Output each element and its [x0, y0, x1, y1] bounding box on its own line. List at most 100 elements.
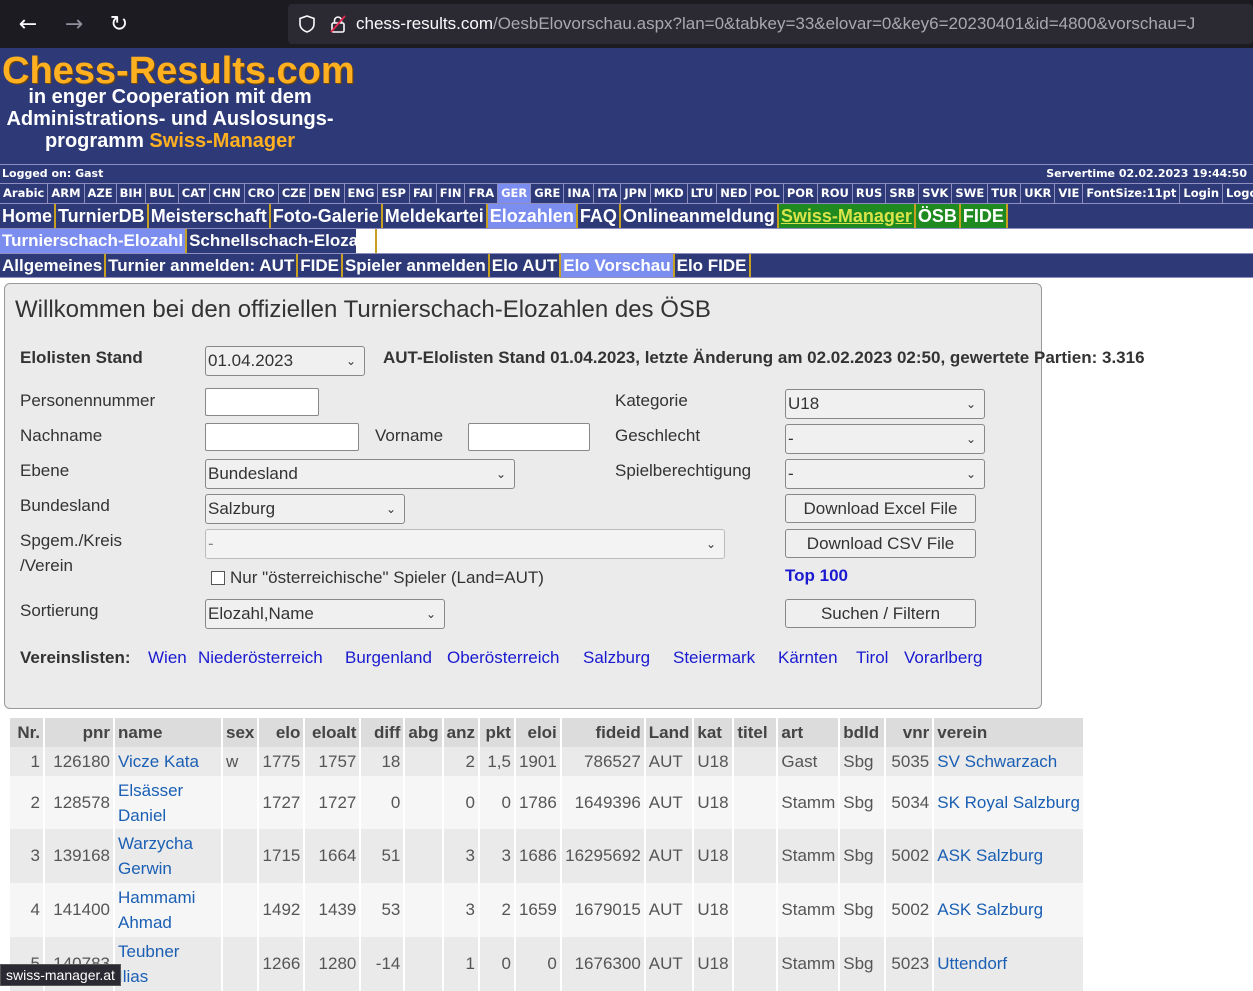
menu-item-fide[interactable]: FIDE — [298, 254, 343, 277]
menu-item-schnellschach-elozahl[interactable]: Schnellschach-Elozahl — [187, 229, 378, 253]
menu-item-swiss-manager[interactable]: Swiss-Manager — [778, 204, 916, 228]
vereinsliste-link-salzburg[interactable]: Salzburg — [583, 648, 650, 668]
lang-esp[interactable]: ESP — [378, 184, 410, 203]
lang-arabic[interactable]: Arabic — [0, 184, 49, 203]
lang-svk[interactable]: SVK — [919, 184, 953, 203]
kategorie-select[interactable]: U18 ⌄ — [785, 389, 985, 419]
col-header-anz[interactable]: anz — [442, 718, 480, 747]
lang-pol[interactable]: POL — [751, 184, 784, 203]
ebene-select[interactable]: Bundesland ⌄ — [205, 459, 515, 489]
col-header-vnr[interactable]: vnr — [885, 718, 935, 747]
vereinsliste-link-wien[interactable]: Wien — [148, 648, 187, 668]
lang-ina[interactable]: INA — [564, 184, 595, 203]
lang-bih[interactable]: BIH — [117, 184, 147, 203]
menu-item-turnierschach-elozahl[interactable]: Turnierschach-Elozahl — [0, 229, 188, 253]
col-header-pkt[interactable]: pkt — [478, 718, 516, 747]
col-header-sex[interactable]: sex — [222, 718, 260, 747]
lang-cat[interactable]: CAT — [179, 184, 211, 203]
menu-item-elo-aut[interactable]: Elo AUT — [490, 254, 562, 277]
top100-link[interactable]: Top 100 — [785, 566, 848, 586]
download-csv-button[interactable]: Download CSV File — [785, 529, 976, 558]
col-header-fideid[interactable]: fideid — [560, 718, 646, 747]
lang-ukr[interactable]: UKR — [1021, 184, 1056, 203]
lang-fin[interactable]: FIN — [437, 184, 466, 203]
col-header-bdld[interactable]: bdld — [839, 718, 887, 747]
menu-item-fide[interactable]: FIDE — [960, 204, 1008, 228]
lang-fra[interactable]: FRA — [465, 184, 499, 203]
club-link[interactable]: SV Schwarzach — [937, 752, 1057, 771]
club-link[interactable]: SK Royal Salzburg — [937, 793, 1080, 812]
menu-item-ösb[interactable]: ÖSB — [915, 204, 961, 228]
vereinsliste-link-oberösterreich[interactable]: Oberösterreich — [447, 648, 559, 668]
lang-ita[interactable]: ITA — [594, 184, 622, 203]
lang-bul[interactable]: BUL — [146, 184, 179, 203]
col-header-diff[interactable]: diff — [360, 718, 406, 747]
logout-link[interactable]: Logout — [1223, 184, 1253, 203]
lang-mkd[interactable]: MKD — [651, 184, 688, 203]
menu-item-turnierdb[interactable]: TurnierDB — [56, 204, 149, 228]
address-bar[interactable]: chess-results.com/OesbElovorschau.aspx?l… — [288, 4, 1253, 44]
col-header-abg[interactable]: abg — [404, 718, 444, 747]
col-header-eloalt[interactable]: eloalt — [304, 718, 362, 747]
menu-item-faq[interactable]: FAQ — [578, 204, 621, 228]
menu-item-allgemeines[interactable]: Allgemeines — [0, 254, 107, 277]
menu-item-spieler-anmelden[interactable]: Spieler anmelden — [343, 254, 490, 277]
lang-cze[interactable]: CZE — [279, 184, 311, 203]
nachname-input[interactable] — [205, 423, 359, 451]
reload-icon[interactable]: ↻ — [103, 8, 135, 40]
vorname-input[interactable] — [468, 423, 590, 451]
menu-item-turnier-anmelden-aut[interactable]: Turnier anmelden: AUT — [106, 254, 299, 277]
nur-aut-label[interactable]: Nur "österreichische" Spieler (Land=AUT) — [230, 568, 544, 588]
col-header-kat[interactable]: kat — [693, 718, 735, 747]
shield-icon[interactable] — [298, 14, 316, 34]
col-header-name[interactable]: name — [114, 718, 223, 747]
col-header-nr[interactable]: Nr. — [10, 718, 45, 747]
lang-fai[interactable]: FAI — [410, 184, 437, 203]
col-header-pnr[interactable]: pnr — [44, 718, 115, 747]
lang-srb[interactable]: SRB — [886, 184, 920, 203]
lang-ger[interactable]: GER — [498, 184, 532, 203]
vereinsliste-link-vorarlberg[interactable]: Vorarlberg — [904, 648, 982, 668]
vereinsliste-link-steiermark[interactable]: Steiermark — [673, 648, 755, 668]
menu-item-foto-galerie[interactable]: Foto-Galerie — [271, 204, 383, 228]
elolisten-select[interactable]: 01.04.2023 ⌄ — [205, 346, 365, 376]
lang-rus[interactable]: RUS — [853, 184, 887, 203]
suchen-filtern-button[interactable]: Suchen / Filtern — [785, 599, 976, 628]
spgem-select[interactable]: - ⌄ — [205, 529, 725, 559]
lang-eng[interactable]: ENG — [345, 184, 379, 203]
lang-aze[interactable]: AZE — [85, 184, 117, 203]
vereinsliste-link-burgenland[interactable]: Burgenland — [345, 648, 432, 668]
back-arrow-icon[interactable]: ← — [12, 8, 44, 40]
lang-por[interactable]: POR — [784, 184, 818, 203]
vereinsliste-link-tirol[interactable]: Tirol — [856, 648, 888, 668]
lang-jpn[interactable]: JPN — [621, 184, 651, 203]
col-header-art[interactable]: art — [777, 718, 841, 747]
col-header-land[interactable]: Land — [644, 718, 695, 747]
personennummer-input[interactable] — [205, 388, 319, 416]
forward-arrow-icon[interactable]: → — [58, 8, 90, 40]
menu-item-onlineanmeldung[interactable]: Onlineanmeldung — [621, 204, 779, 228]
player-name-link[interactable]: Vicze Kata — [118, 752, 199, 771]
club-link[interactable]: ASK Salzburg — [937, 846, 1043, 865]
vereinsliste-link-niederösterreich[interactable]: Niederösterreich — [198, 648, 323, 668]
lang-rou[interactable]: ROU — [818, 184, 853, 203]
menu-item-meldekartei[interactable]: Meldekartei — [383, 204, 488, 228]
menu-item-elo-vorschau[interactable]: Elo Vorschau — [561, 254, 675, 277]
menu-item-meisterschaft[interactable]: Meisterschaft — [149, 204, 271, 228]
lang-gre[interactable]: GRE — [531, 184, 565, 203]
geschlecht-select[interactable]: - ⌄ — [785, 424, 985, 454]
club-link[interactable]: Uttendorf — [937, 954, 1007, 973]
player-name-link[interactable]: Elsässer Daniel — [118, 781, 183, 825]
insecure-lock-icon[interactable] — [330, 14, 346, 34]
lang-arm[interactable]: ARM — [48, 184, 85, 203]
menu-item-home[interactable]: Home — [0, 204, 57, 228]
menu-item-elo-fide[interactable]: Elo FIDE — [675, 254, 751, 277]
lang-den[interactable]: DEN — [310, 184, 345, 203]
vereinsliste-link-kärnten[interactable]: Kärnten — [778, 648, 838, 668]
lang-chn[interactable]: CHN — [210, 184, 245, 203]
col-header-eloi[interactable]: eloi — [514, 718, 562, 747]
col-header-elo[interactable]: elo — [258, 718, 306, 747]
player-name-link[interactable]: Teubner Ilias — [118, 942, 179, 986]
spielberechtigung-select[interactable]: - ⌄ — [785, 459, 985, 489]
lang-ned[interactable]: NED — [717, 184, 752, 203]
